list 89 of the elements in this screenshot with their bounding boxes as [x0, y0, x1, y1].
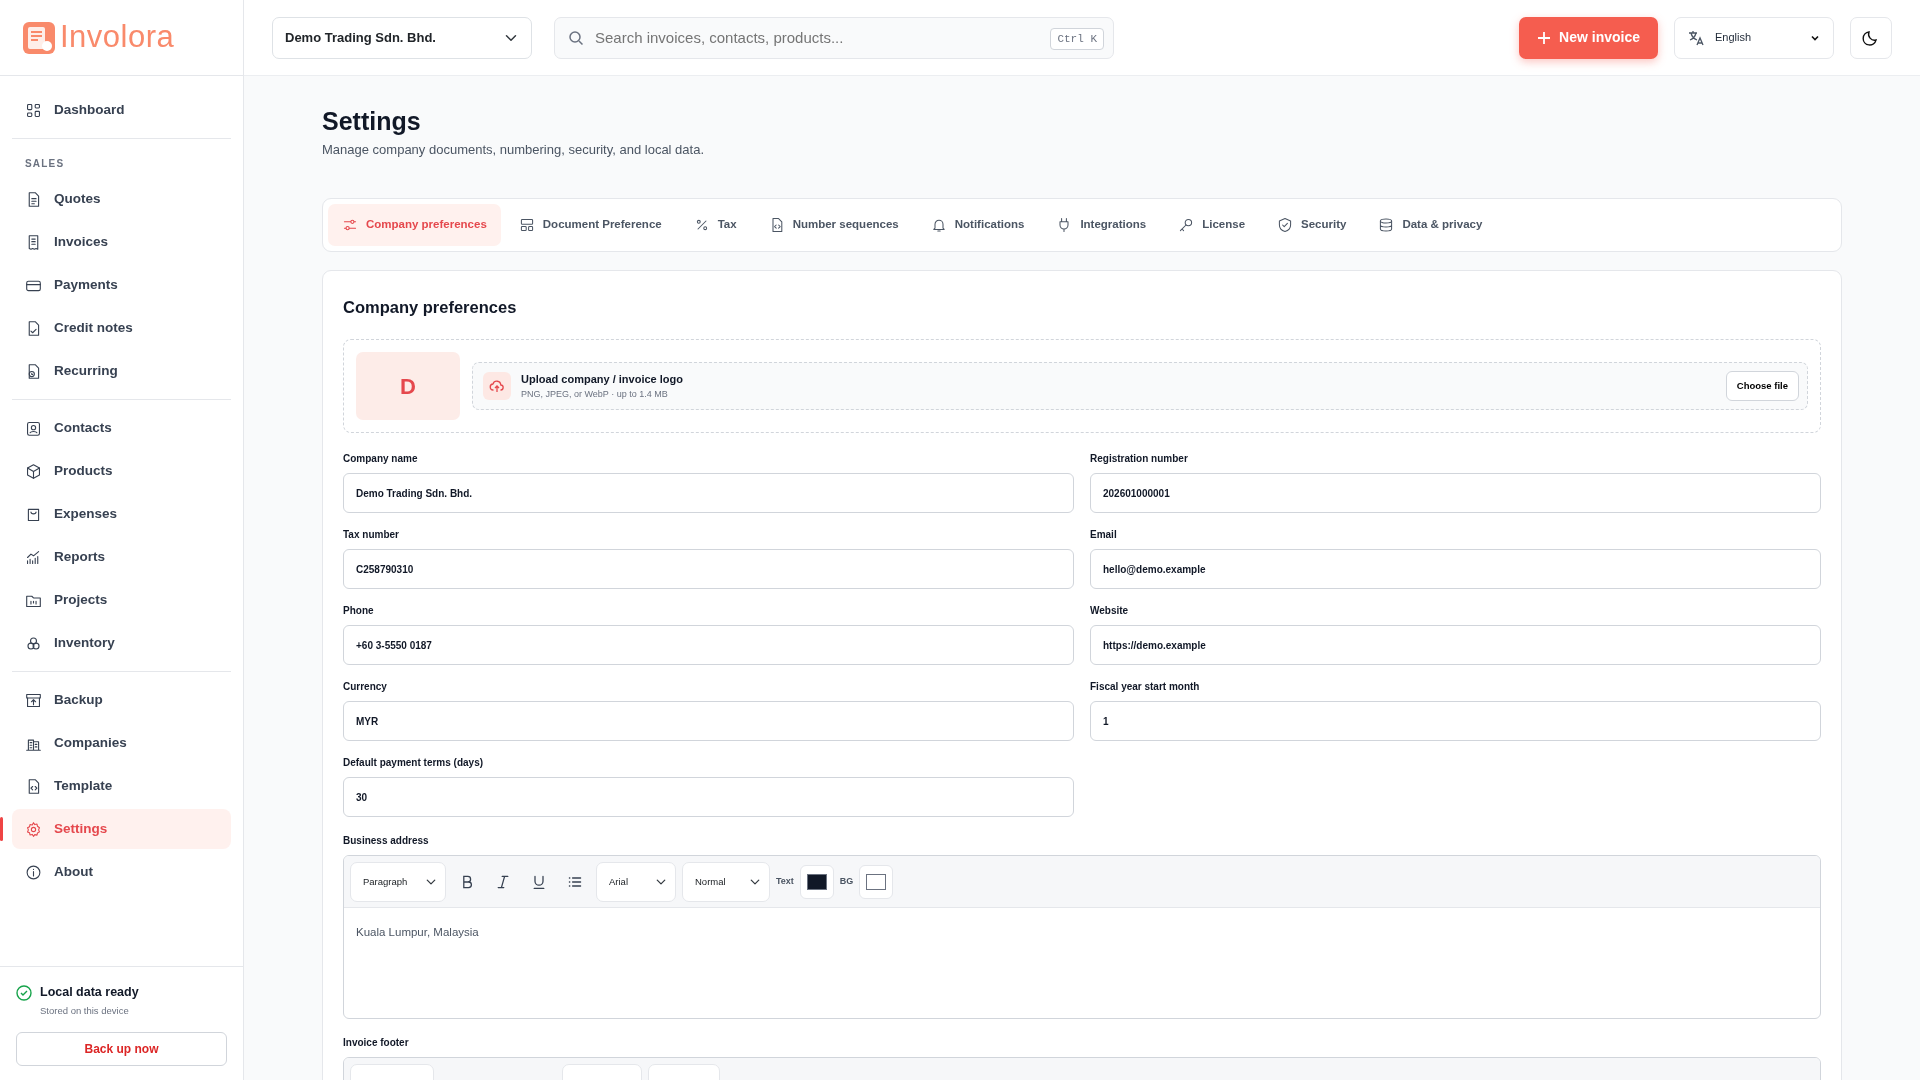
grid-icon — [25, 101, 42, 119]
block-style-select[interactable]: Paragraph — [350, 861, 446, 902]
archive-icon — [25, 691, 42, 709]
sidebar-item[interactable]: Projects — [12, 580, 231, 620]
sidebar-item[interactable]: Invoices — [12, 222, 231, 262]
tab[interactable]: Tax — [679, 203, 751, 246]
key-icon — [1178, 216, 1195, 233]
field-label: Business address — [343, 834, 430, 849]
field-label: Registration number — [1090, 452, 1189, 467]
tab[interactable]: License — [1164, 203, 1260, 246]
tab[interactable]: Notifications — [916, 203, 1039, 246]
status-subtitle: Stored on this device — [40, 1003, 130, 1018]
moon-icon — [1862, 28, 1880, 47]
color-swatch[interactable] — [799, 864, 834, 899]
upload-title: Upload company / invoice logo — [521, 372, 684, 388]
sidebar-item[interactable]: Reports — [12, 537, 231, 577]
choose-file-button[interactable]: Choose file — [1725, 371, 1799, 402]
text-field[interactable]: Demo Trading Sdn. Bhd. — [343, 473, 1074, 514]
tab[interactable]: Data & privacy — [1364, 203, 1497, 246]
sidebar-item[interactable]: Contacts — [12, 408, 231, 448]
sidebar-item[interactable]: Inventory — [12, 623, 231, 663]
sidebar-item[interactable]: Companies — [12, 723, 231, 763]
field-label: Currency — [343, 680, 388, 695]
size-select[interactable]: Normal — [682, 861, 770, 902]
field-label: Default payment terms (days) — [343, 756, 485, 771]
sidebar-item[interactable]: Products — [12, 451, 231, 491]
text-field[interactable]: 30 — [343, 777, 1074, 818]
cube-icon — [25, 462, 42, 480]
field-label: Email — [1090, 528, 1118, 543]
sidebar-item[interactable]: Expenses — [12, 494, 231, 534]
text-field[interactable]: MYR — [343, 701, 1074, 742]
upload-hint: PNG, JPEG, or WebP · up to 1.4 MB — [521, 387, 669, 401]
info-icon — [25, 863, 42, 881]
status-title: Local data ready — [40, 984, 139, 1001]
tab[interactable]: Document Preference — [504, 203, 676, 246]
chart-icon — [25, 548, 42, 566]
tab[interactable]: Security — [1263, 203, 1361, 246]
shield-icon — [1277, 216, 1294, 233]
text-field[interactable]: hello@demo.example — [1090, 549, 1821, 590]
color-swatch[interactable] — [859, 864, 894, 899]
plus-icon — [1537, 30, 1552, 45]
field-label: Phone — [343, 604, 375, 619]
brand-name: Involora — [60, 18, 175, 57]
cloud-upload-icon — [483, 372, 511, 401]
section-heading: SALES — [24, 157, 66, 171]
color-label: BG — [839, 875, 854, 888]
search-icon — [568, 29, 584, 46]
upload-dropzone[interactable]: Upload company / invoice logo PNG, JPEG, or WebP · up to 1.4 MB Choose file — [472, 362, 1808, 411]
page-subtitle: Manage company documents, numbering, security, and local data. — [322, 141, 706, 159]
tab[interactable]: Company preferences — [328, 203, 501, 246]
sidebar-item[interactable]: Recurring — [12, 351, 231, 391]
sidebar-item[interactable]: Payments — [12, 265, 231, 305]
sidebar-item[interactable]: Template — [12, 766, 231, 806]
sidebar-item[interactable]: Dashboard — [12, 90, 231, 130]
text-field[interactable]: 202601000001 — [1090, 473, 1821, 514]
settings-icon — [25, 820, 42, 838]
editor-text[interactable]: Kuala Lumpur, Malaysia — [344, 908, 1820, 1019]
tab[interactable]: Number sequences — [754, 203, 913, 246]
sidebar-item[interactable]: Quotes — [12, 179, 231, 219]
translate-icon — [1687, 28, 1705, 47]
font-select[interactable]: Arial — [596, 861, 676, 902]
section-title: Company preferences — [343, 296, 518, 318]
text-field[interactable]: C258790310 — [343, 549, 1074, 590]
field-label: Company name — [343, 452, 419, 467]
check-circle-icon — [16, 985, 32, 1001]
field-label: Invoice footer — [343, 1036, 410, 1051]
boxes-icon — [25, 634, 42, 652]
shortcut-hint: Ctrl K — [1050, 27, 1104, 50]
field-label: Fiscal year start month — [1090, 680, 1201, 695]
sidebar-item[interactable]: Credit notes — [12, 308, 231, 348]
logo-icon — [22, 20, 56, 55]
language-select[interactable]: English — [1674, 16, 1834, 59]
database-icon — [1378, 216, 1395, 233]
page-title: Settings — [322, 106, 422, 136]
text-field[interactable]: 1 — [1090, 701, 1821, 742]
text-field[interactable]: https://demo.example — [1090, 625, 1821, 666]
color-label: Text — [776, 875, 794, 888]
text-field[interactable]: +60 3-5550 0187 — [343, 625, 1074, 666]
layout-icon — [518, 216, 535, 233]
company-select[interactable]: Demo Trading Sdn. Bhd. — [272, 16, 532, 59]
sidebar-item[interactable]: About — [12, 852, 231, 892]
logo-preview: D — [356, 352, 460, 421]
contact-icon — [25, 419, 42, 437]
dark-mode-button[interactable] — [1850, 16, 1892, 59]
back-up-button[interactable]: Back up now — [16, 1032, 227, 1066]
field-label: Tax number — [343, 528, 400, 543]
field-label: Website — [1090, 604, 1130, 619]
tab[interactable]: Integrations — [1042, 203, 1161, 246]
sidebar-item[interactable]: Backup — [12, 680, 231, 720]
